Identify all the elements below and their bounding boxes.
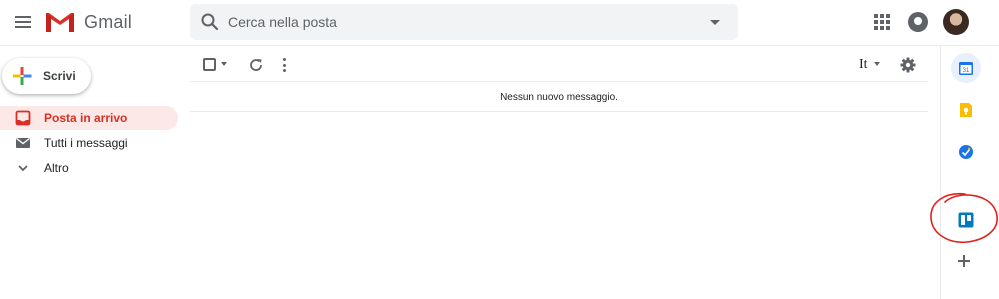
sidebar-item-label: Tutti i messaggi bbox=[44, 136, 128, 150]
input-language-button[interactable]: It bbox=[859, 57, 868, 73]
top-bar: Gmail bbox=[0, 0, 999, 46]
select-all-checkbox[interactable] bbox=[203, 58, 216, 71]
inbox-icon bbox=[15, 110, 31, 126]
notifications-icon[interactable] bbox=[908, 12, 928, 32]
keep-button[interactable] bbox=[951, 95, 981, 125]
side-panel: 31 bbox=[940, 46, 999, 299]
sidebar-item-more[interactable]: Altro bbox=[0, 156, 178, 180]
add-icon[interactable] bbox=[956, 253, 972, 269]
calendar-button[interactable]: 31 bbox=[951, 53, 981, 83]
chevron-down-icon bbox=[18, 165, 28, 172]
search-icon[interactable] bbox=[200, 12, 220, 32]
tasks-icon bbox=[959, 145, 973, 159]
search-options-chevron-icon[interactable] bbox=[710, 20, 720, 25]
gmail-logo[interactable] bbox=[44, 10, 76, 34]
message-toolbar: It bbox=[190, 50, 928, 82]
compose-button[interactable]: Scrivi bbox=[2, 58, 91, 94]
calendar-day: 31 bbox=[963, 68, 970, 74]
sidebar-item-inbox[interactable]: Posta in arrivo bbox=[0, 106, 178, 130]
keep-icon bbox=[960, 103, 972, 117]
empty-inbox-message: Nessun nuovo messaggio. bbox=[190, 84, 928, 112]
compose-label: Scrivi bbox=[43, 69, 76, 83]
compose-plus-icon bbox=[13, 67, 32, 85]
more-options-icon[interactable] bbox=[283, 58, 287, 72]
search-bar bbox=[190, 4, 738, 40]
avatar[interactable] bbox=[943, 9, 969, 35]
google-apps-icon[interactable] bbox=[874, 14, 890, 30]
app-name[interactable]: Gmail bbox=[84, 12, 132, 33]
gear-icon[interactable] bbox=[900, 57, 916, 73]
trello-button[interactable] bbox=[951, 205, 981, 235]
select-options-chevron-icon[interactable] bbox=[221, 62, 227, 66]
refresh-icon[interactable] bbox=[248, 57, 264, 73]
sidebar-item-label: Altro bbox=[44, 161, 69, 175]
tasks-button[interactable] bbox=[951, 137, 981, 167]
trello-icon bbox=[958, 212, 974, 228]
main-menu-icon[interactable] bbox=[12, 11, 34, 33]
search-input[interactable] bbox=[228, 11, 688, 33]
sidebar-item-label: Posta in arrivo bbox=[44, 111, 128, 125]
mail-icon bbox=[16, 137, 30, 148]
calendar-icon: 31 bbox=[959, 62, 973, 75]
sidebar-item-all-mail[interactable]: Tutti i messaggi bbox=[0, 131, 178, 155]
language-chevron-icon[interactable] bbox=[874, 62, 880, 66]
